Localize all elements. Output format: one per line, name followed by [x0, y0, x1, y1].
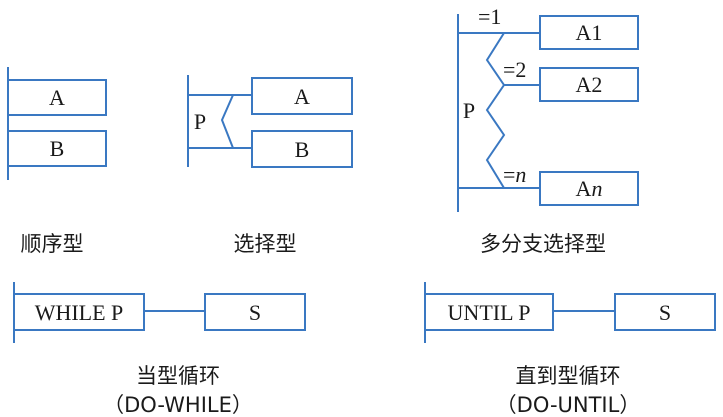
selection-caption: 选择型 — [234, 232, 297, 256]
sequence-box-b-label: B — [50, 136, 65, 161]
do-while-structure: WHILE P S — [13, 282, 306, 343]
multi-branch-caption: 多分支选择型 — [480, 232, 606, 256]
selection-box-b-label: B — [295, 137, 310, 162]
multi-branch-condition: P — [463, 98, 475, 123]
do-while-condition: WHILE P — [35, 300, 124, 325]
do-until-structure: UNTIL P S — [424, 282, 716, 343]
selection-condition: P — [194, 109, 206, 134]
branchn-label: =n — [503, 162, 526, 187]
diagram-canvas: A B 顺序型 P A B 选择型 =1 =2 =n P A1 A2 An 多分… — [0, 0, 723, 417]
do-until-condition: UNTIL P — [448, 300, 531, 325]
branch1-label: =1 — [478, 4, 501, 29]
sequence-caption: 顺序型 — [21, 232, 84, 256]
branch-zigzag — [485, 32, 506, 189]
do-while-caption: 当型循环 — [136, 364, 220, 388]
structure-diagrams: A B 顺序型 P A B 选择型 =1 =2 =n P A1 A2 An 多分… — [7, 4, 716, 417]
sequence-box-a-label: A — [49, 85, 65, 110]
do-while-body: S — [249, 300, 261, 325]
do-until-body: S — [659, 300, 671, 325]
branch1-box-label: A1 — [576, 20, 603, 45]
selection-box-a-label: A — [294, 84, 310, 109]
do-until-caption: 直到型循环 — [516, 364, 621, 388]
branchn-box-label: An — [576, 176, 603, 201]
selection-structure: P A B — [187, 75, 353, 168]
branch2-box-label: A2 — [576, 72, 603, 97]
do-while-subcaption: （DO-WHILE） — [103, 393, 253, 417]
do-until-subcaption: （DO-UNTIL） — [496, 393, 641, 417]
multi-branch-structure: =1 =2 =n P A1 A2 An — [457, 4, 639, 212]
sequence-structure: A B — [7, 67, 107, 180]
branch2-label: =2 — [503, 57, 526, 82]
